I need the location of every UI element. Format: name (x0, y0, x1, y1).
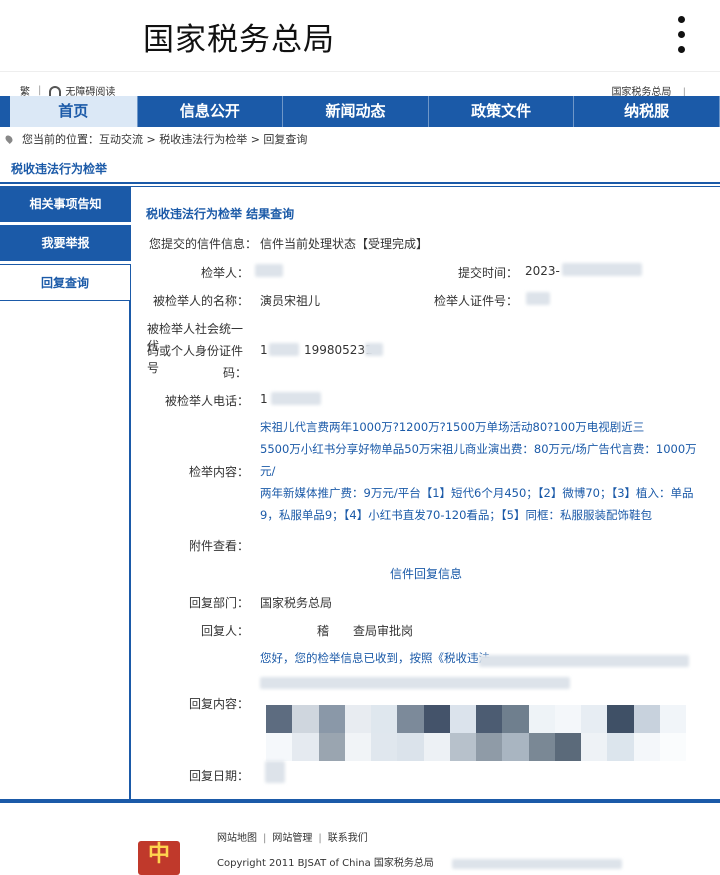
accused-phone-value: 1 (260, 392, 268, 406)
reply-dept-label: 回复部门： (188, 596, 249, 610)
replier-value-a: 稽 (317, 624, 330, 638)
submit-time-value: 2023- (525, 264, 560, 278)
replier-label: 回复人： (200, 624, 249, 638)
reporter-id-redacted (526, 292, 550, 305)
letter-status: 信件当前处理状态【受理完成】 (260, 237, 429, 251)
nav-item-home[interactable]: 首页 (9, 96, 138, 127)
submit-time-label: 提交时间： (457, 266, 518, 280)
footer-link-contact[interactable]: 联系我们 (328, 833, 368, 844)
accused-phone-redacted (271, 392, 321, 405)
page-title: 国家税务总局 (143, 22, 335, 58)
separator: | (38, 85, 42, 96)
letter-info-label: 您提交的信件信息： (149, 237, 258, 251)
reply-dept-value: 国家税务总局 (260, 596, 333, 610)
nav-item-tax-service[interactable]: 纳税服 (574, 96, 720, 127)
reply-date-redacted (265, 761, 285, 783)
result-title: 税收违法行为检举 结果查询 (146, 207, 295, 221)
reply-redacted-2 (260, 676, 570, 689)
accused-code-prefix: 1 (260, 343, 268, 357)
sidebar-item-notice[interactable]: 相关事项告知 (0, 186, 131, 222)
report-line: 5500万小红书分享好物单品50万宋祖儿商业演出费：80万元/场广告代言费：10… (260, 442, 697, 478)
breadcrumb-text: 您当前的位置：互动交流 > 税收违法行为检举 > 回复查询 (22, 133, 308, 146)
accused-name-label: 被检举人的名称： (152, 294, 249, 308)
sidebar-item-reply-query[interactable]: 回复查询 (0, 264, 131, 301)
copyright: Copyright 2011 BJSAT of China 国家税务总局 (217, 858, 434, 869)
accused-code-value: 199805231 (304, 343, 373, 357)
reply-content-mosaic (266, 705, 686, 761)
utility-row: 繁 | 无障碍阅读 国家税务总局 | (0, 72, 720, 98)
more-vertical-icon[interactable] (676, 16, 686, 56)
submit-time-redacted (562, 263, 642, 276)
accused-code-redacted (269, 343, 299, 356)
location-pin-icon (4, 134, 14, 144)
accused-code-redacted-tail (365, 343, 383, 356)
section-title: 税收违法行为检举 (0, 152, 720, 184)
nav-lead (0, 96, 10, 127)
nav-item-news[interactable]: 新闻动态 (283, 96, 429, 127)
sidebar-border (0, 301, 131, 801)
attachment-label: 附件查看： (188, 539, 249, 553)
report-line: 宋祖儿代言费两年1000万?1200万?1500万单场活动80?100万电视剧近… (260, 420, 645, 434)
reporter-label: 检举人： (200, 266, 249, 280)
footer: 中 网站地图 | 网站管理 | 联系我们 Copyright 2011 BJSAT of… (0, 803, 720, 875)
replier-value-b: 查局审批岗 (353, 624, 414, 638)
main-nav: 首页 信息公开 新闻动态 政策文件 纳税服 (0, 96, 720, 127)
query-result-panel: 税收违法行为检举 结果查询 您提交的信件信息： 信件当前处理状态【受理完成】 检… (131, 186, 720, 800)
copyright-redacted (452, 858, 622, 869)
reply-redacted-1 (479, 654, 689, 667)
reply-header: 信件回复信息 (390, 567, 463, 581)
sidebar: 相关事项告知 我要举报 回复查询 (0, 186, 131, 801)
report-content-text: 宋祖儿代言费两年1000万?1200万?1500万单场活动80?100万电视剧近… (260, 416, 706, 526)
report-line: 两年新媒体推广费：9万元/平台【1】短代6个月450；【2】微博70；【3】植入… (260, 486, 694, 500)
nav-item-policy[interactable]: 政策文件 (429, 96, 575, 127)
sidebar-item-report[interactable]: 我要举报 (0, 225, 131, 261)
nav-item-info-disclosure[interactable]: 信息公开 (138, 96, 284, 127)
reporter-id-label: 检举人证件号： (433, 294, 518, 308)
accused-phone-label: 被检举人电话： (164, 394, 249, 408)
footer-links: 网站地图 | 网站管理 | 联系我们 (217, 833, 368, 844)
emblem-icon: 中 (138, 841, 180, 875)
breadcrumb: 您当前的位置：互动交流 > 税收违法行为检举 > 回复查询 (0, 128, 720, 150)
headphones-icon (49, 85, 62, 96)
reply-date-label: 回复日期： (188, 769, 249, 783)
report-content-label: 检举内容： (188, 465, 249, 479)
footer-link-admin[interactable]: 网站管理 (272, 833, 312, 844)
reporter-redacted (255, 264, 283, 277)
browser-top-bar: 国家税务总局 (0, 0, 720, 72)
report-line: 9，私服单品9；【4】小红书直发70-120看品；【5】同框：私服服装配饰鞋包 (260, 508, 652, 522)
accused-name-value: 演员宋祖儿 (260, 294, 321, 308)
reply-content-label: 回复内容： (188, 697, 249, 711)
accused-code-label-3: 码： (222, 366, 247, 380)
footer-link-sitemap[interactable]: 网站地图 (217, 833, 257, 844)
